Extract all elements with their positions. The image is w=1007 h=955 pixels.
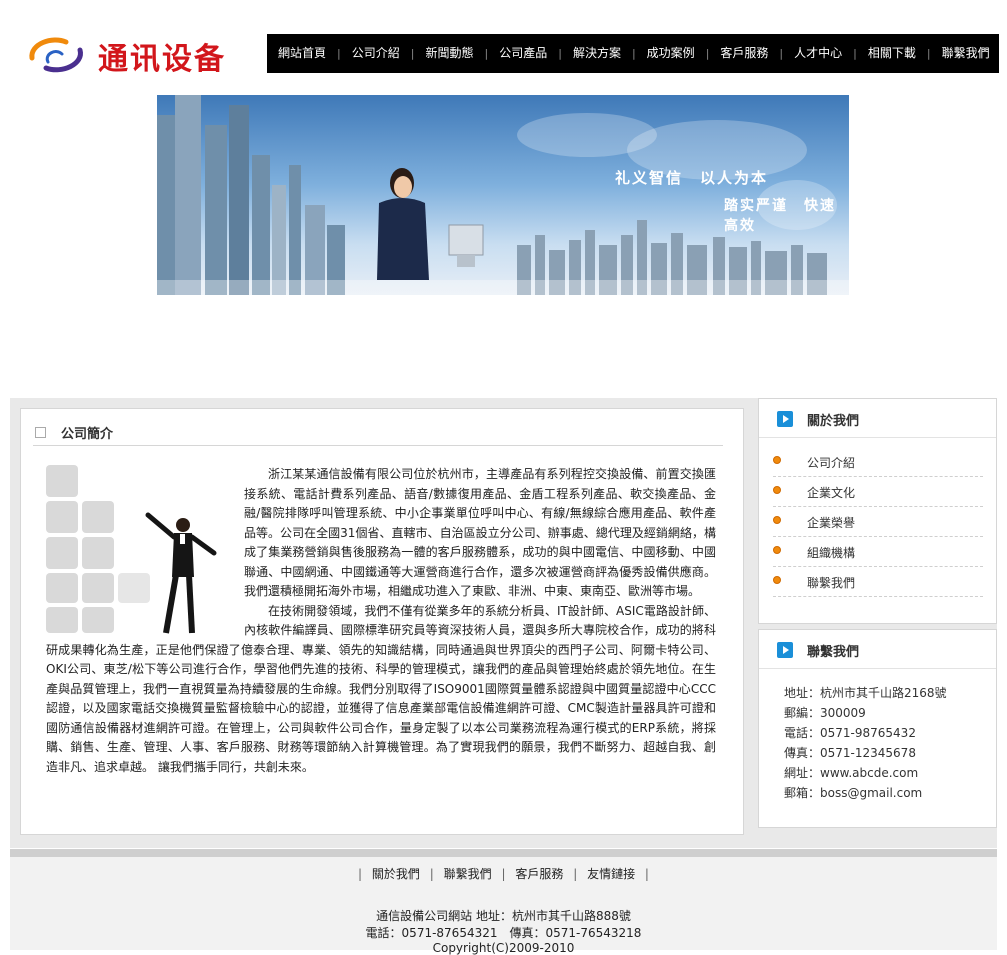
main-nav: 網站首頁 | 公司介紹 | 新聞動態 | 公司產品 | 解決方案 | 成功案例 | 客戶服務… <box>267 34 999 73</box>
contact-title: 聯繫我們 <box>807 645 860 660</box>
about-link-label: 企業榮譽 <box>807 516 856 530</box>
footer-link-divider: | <box>429 867 434 881</box>
about-us-list: 公司介紹 企業文化 企業榮譽 組織機構 聯繫我們 <box>773 447 983 597</box>
about-link-contact[interactable]: 聯繫我們 <box>773 567 983 597</box>
footer-phone-fax: 電話：0571-87654321 傳真：0571-76543218 <box>365 926 642 940</box>
footer-link-service[interactable]: 客戶服務 <box>515 867 563 881</box>
contact-address: 地址：杭州市其千山路2168號 <box>784 686 947 700</box>
footer-copyright: Copyright(C)2009-2010 <box>432 941 575 955</box>
orange-bullet-icon <box>773 546 781 554</box>
footer-divider <box>10 849 997 857</box>
footer-links: | 關於我們 | 聯繫我們 | 客戶服務 | 友情鏈接 | <box>10 865 997 882</box>
contact-panel: 聯繫我們 地址：杭州市其千山路2168號 郵編：300009 電話：0571-9… <box>758 629 997 828</box>
orange-bullet-icon <box>773 516 781 524</box>
nav-home[interactable]: 網站首頁 <box>267 34 337 73</box>
contact-phone: 電話：0571-98765432 <box>784 726 916 740</box>
about-link-label: 企業文化 <box>807 486 856 500</box>
footer-link-about[interactable]: 關於我們 <box>372 867 420 881</box>
about-link-label: 公司介紹 <box>807 456 856 470</box>
about-link-organization[interactable]: 組織機構 <box>773 537 983 567</box>
footer-link-contact[interactable]: 聯繫我們 <box>444 867 492 881</box>
orange-bullet-icon <box>773 486 781 494</box>
play-arrow-icon <box>777 642 793 658</box>
hero-banner: 礼义智信 以人为本 踏实严谨 快速高效 <box>157 95 849 295</box>
nav-about[interactable]: 公司介紹 <box>341 34 411 73</box>
company-intro-panel: 公司簡介 浙江某某通信設備有限公司位於杭州市，主導產品有系列程控交換設備、前置交… <box>20 408 744 835</box>
nav-contact[interactable]: 聯繫我們 <box>931 34 1001 73</box>
contact-header: 聯繫我們 <box>759 630 996 669</box>
logo-text: 通讯设备 <box>98 42 226 77</box>
about-link-label: 組織機構 <box>807 546 856 560</box>
orange-bullet-icon <box>773 576 781 584</box>
nav-careers[interactable]: 人才中心 <box>783 34 853 73</box>
about-link-honors[interactable]: 企業榮譽 <box>773 507 983 537</box>
banner-slogan-primary: 礼义智信 以人为本 <box>615 169 769 187</box>
intro-body: 浙江某某通信設備有限公司位於杭州市，主導產品有系列程控交換設備、前置交換匯接系統… <box>46 465 716 825</box>
about-link-culture[interactable]: 企業文化 <box>773 477 983 507</box>
footer-link-divider: | <box>573 867 578 881</box>
contact-fax: 傳真：0571-12345678 <box>784 746 916 760</box>
nav-solutions[interactable]: 解決方案 <box>562 34 632 73</box>
nav-service[interactable]: 客戶服務 <box>709 34 779 73</box>
contact-email[interactable]: 郵箱：boss@gmail.com <box>784 783 947 803</box>
about-link-company[interactable]: 公司介紹 <box>773 447 983 477</box>
play-arrow-icon <box>777 411 793 427</box>
footer-link-divider: | <box>644 867 649 881</box>
site-logo[interactable]: 通讯设备 <box>26 30 236 80</box>
site-footer: | 關於我們 | 聯繫我們 | 客戶服務 | 友情鏈接 | 通信設備公司網站 地… <box>10 857 997 955</box>
contact-postcode: 郵編：300009 <box>784 706 866 720</box>
nav-news[interactable]: 新聞動態 <box>414 34 484 73</box>
footer-link-divider: | <box>358 867 363 881</box>
nav-downloads[interactable]: 相關下載 <box>857 34 927 73</box>
footer-company-address: 通信設備公司網站 地址：杭州市其千山路888號 <box>376 909 631 923</box>
contact-details: 地址：杭州市其千山路2168號 郵編：300009 電話：0571-987654… <box>784 683 947 803</box>
footer-link-divider: | <box>501 867 506 881</box>
nav-products[interactable]: 公司產品 <box>488 34 558 73</box>
about-link-label: 聯繫我們 <box>807 576 856 590</box>
intro-header: 公司簡介 <box>33 419 723 446</box>
square-bullet-icon <box>35 427 46 438</box>
about-us-header: 關於我們 <box>759 399 996 438</box>
nav-cases[interactable]: 成功案例 <box>636 34 706 73</box>
logo-swirl-icon <box>29 37 83 73</box>
footer-link-friends[interactable]: 友情鏈接 <box>587 867 635 881</box>
banner-slogan-secondary: 踏实严谨 快速高效 <box>724 198 836 234</box>
contact-website[interactable]: 網址：www.abcde.com <box>784 763 947 783</box>
intro-title: 公司簡介 <box>61 427 114 442</box>
orange-bullet-icon <box>773 456 781 464</box>
about-us-panel: 關於我們 公司介紹 企業文化 企業榮譽 組織機構 聯繫我們 <box>758 398 997 624</box>
about-us-title: 關於我們 <box>807 414 860 429</box>
